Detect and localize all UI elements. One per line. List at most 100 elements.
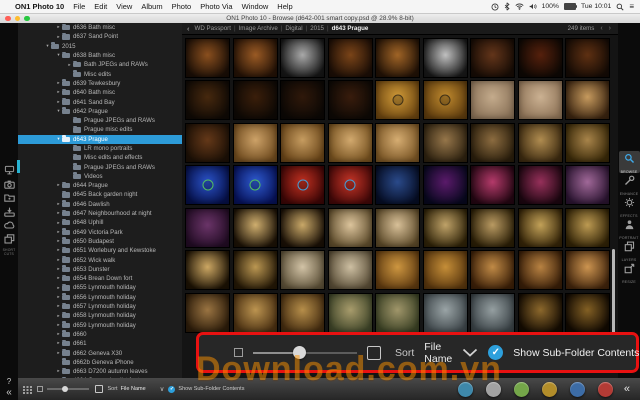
photo-thumbnail[interactable] (328, 293, 373, 333)
folder-d641-sand-bay[interactable]: ▸d641 Sand Bay (18, 97, 182, 106)
bluetooth-icon[interactable] (504, 2, 510, 11)
folder-d652-wick-walk[interactable]: ▸d652 Wick walk (18, 255, 182, 264)
notification-center-icon[interactable]: ≡ (629, 2, 634, 11)
photo-thumbnail[interactable] (233, 80, 278, 120)
folder-d646-dawlish[interactable]: ▸d646 Dawlish (18, 200, 182, 209)
photo-thumbnail[interactable] (185, 123, 230, 163)
photo-thumbnail[interactable] (233, 123, 278, 163)
folder-d662-geneva-x30[interactable]: ▸d662 Geneva X30 (18, 348, 182, 357)
photo-thumbnail[interactable] (233, 165, 278, 205)
photo-thumbnail[interactable] (518, 123, 563, 163)
menu-file[interactable]: File (73, 2, 85, 11)
folder-d639-tewkesbury[interactable]: ▸d639 Tewkesbury (18, 79, 182, 88)
color-label-dot[interactable] (514, 382, 529, 397)
menu-photo[interactable]: Photo (172, 2, 192, 11)
folder-d645-back-garden-night[interactable]: d645 Back garden night (18, 190, 182, 199)
folder-d657-lynmouth-holiday[interactable]: ▸d657 Lynmouth holiday (18, 302, 182, 311)
folder-d654-brean-down-fort[interactable]: ▸d654 Brean Down fort (18, 274, 182, 283)
folder-d658-lynmouth-holiday[interactable]: ▸d658 Lynmouth holiday (18, 311, 182, 320)
subfolder-label[interactable]: Show Sub-Folder Contents (178, 386, 244, 392)
folder-lr-mono-portraits[interactable]: LR mono portraits (18, 144, 182, 153)
folder-videos[interactable]: Videos (18, 172, 182, 181)
photo-thumbnail[interactable] (185, 250, 230, 290)
disclosure-triangle-icon[interactable]: ▾ (55, 53, 62, 58)
zoom-window-button[interactable] (24, 16, 30, 22)
subfolder-label[interactable]: Show Sub-Folder Contents (513, 347, 639, 359)
menu-view[interactable]: View (116, 2, 132, 11)
disclosure-triangle-icon[interactable]: ▸ (55, 183, 62, 188)
sort-value[interactable]: File Name (424, 341, 452, 365)
photo-thumbnail[interactable] (185, 293, 230, 333)
sidebar-scroll-indicator[interactable] (17, 160, 20, 173)
photo-thumbnail[interactable] (518, 250, 563, 290)
disclosure-triangle-icon[interactable]: ▸ (55, 81, 62, 86)
photo-thumbnail[interactable] (518, 80, 563, 120)
photo-thumbnail[interactable] (423, 38, 468, 78)
photo-thumbnail[interactable] (565, 293, 610, 333)
folder-d651-worlebury-and-kewstoke[interactable]: ▸d651 Worlebury and Kewstoke (18, 246, 182, 255)
photo-thumbnail[interactable] (328, 80, 373, 120)
photo-thumbnail[interactable] (518, 208, 563, 248)
disclosure-triangle-icon[interactable]: ▸ (55, 25, 62, 30)
disclosure-triangle-icon[interactable]: ▾ (55, 109, 62, 114)
subfolder-checkbox[interactable]: ✓ (488, 345, 503, 360)
photo-thumbnail[interactable] (233, 293, 278, 333)
photo-thumbnail[interactable] (233, 250, 278, 290)
photo-thumbnail[interactable] (423, 250, 468, 290)
photo-thumbnail[interactable] (518, 293, 563, 333)
breadcrumb-item[interactable]: Digital (285, 25, 302, 32)
photo-thumbnail[interactable] (470, 250, 515, 290)
photo-thumbnail[interactable] (375, 38, 420, 78)
small-thumbnail-icon[interactable] (234, 348, 243, 357)
module-effects[interactable]: EFFECTS (619, 195, 640, 217)
breadcrumb-item[interactable]: WD Passport (195, 25, 231, 32)
disclosure-triangle-icon[interactable]: ▸ (55, 35, 62, 40)
disclosure-triangle-icon[interactable]: ▸ (55, 267, 62, 272)
photo-thumbnail[interactable] (185, 80, 230, 120)
photo-thumbnail[interactable] (280, 208, 325, 248)
disclosure-triangle-icon[interactable]: ▸ (55, 202, 62, 207)
photo-thumbnail[interactable] (470, 80, 515, 120)
photo-thumbnail[interactable] (375, 293, 420, 333)
back-button[interactable]: ‹ (187, 24, 190, 33)
photo-thumbnail[interactable] (328, 123, 373, 163)
sort-value[interactable]: File Name (121, 386, 146, 392)
window-title-bar[interactable]: ON1 Photo 10 - Browse (d642-001 smart co… (0, 14, 640, 23)
photo-thumbnail[interactable] (185, 208, 230, 248)
disclosure-triangle-icon[interactable]: ▸ (55, 276, 62, 281)
photo-thumbnail[interactable] (375, 123, 420, 163)
photo-thumbnail[interactable] (565, 165, 610, 205)
large-thumbnail-icon[interactable] (367, 346, 381, 360)
photo-thumbnail[interactable] (233, 38, 278, 78)
folder-d640-bath-misc[interactable]: ▸d640 Bath misc (18, 88, 182, 97)
folder-prague-jpegs-and-raws[interactable]: Prague JPEGs and RAWs (18, 162, 182, 171)
chevron-down-icon[interactable] (462, 348, 478, 357)
disclosure-triangle-icon[interactable]: ▸ (55, 211, 62, 216)
folder-d649-victoria-park[interactable]: ▸d649 Victoria Park (18, 228, 182, 237)
disclosure-triangle-icon[interactable]: ▸ (66, 63, 73, 68)
camera-icon[interactable] (4, 180, 15, 189)
battery-icon[interactable] (564, 3, 576, 10)
photo-thumbnail[interactable] (375, 208, 420, 248)
disclosure-triangle-icon[interactable]: ▸ (55, 100, 62, 105)
module-portrait[interactable]: PORTRAIT (619, 217, 640, 239)
photo-thumbnail[interactable] (280, 293, 325, 333)
time-machine-icon[interactable] (491, 3, 499, 11)
thumbnail-size-slider[interactable] (47, 388, 89, 390)
module-resize[interactable]: RESIZE (619, 261, 640, 283)
photo-thumbnail[interactable] (185, 38, 230, 78)
photo-thumbnail[interactable] (423, 293, 468, 333)
color-label-dot[interactable] (486, 382, 501, 397)
module-enhance[interactable]: ENHANCE (619, 173, 640, 195)
photo-thumbnail[interactable] (518, 38, 563, 78)
photo-thumbnail[interactable] (375, 165, 420, 205)
photo-thumbnail[interactable] (423, 208, 468, 248)
disclosure-triangle-icon[interactable]: ▸ (55, 258, 62, 263)
help-button[interactable]: ? (7, 377, 11, 386)
menu-album[interactable]: Album (141, 2, 162, 11)
module-layers[interactable]: LAYERS (619, 239, 640, 261)
menu-on1-photo-10[interactable]: ON1 Photo 10 (15, 2, 64, 11)
color-label-dot[interactable] (598, 382, 613, 397)
disclosure-triangle-icon[interactable]: ▾ (55, 137, 62, 142)
photo-thumbnail[interactable] (185, 165, 230, 205)
